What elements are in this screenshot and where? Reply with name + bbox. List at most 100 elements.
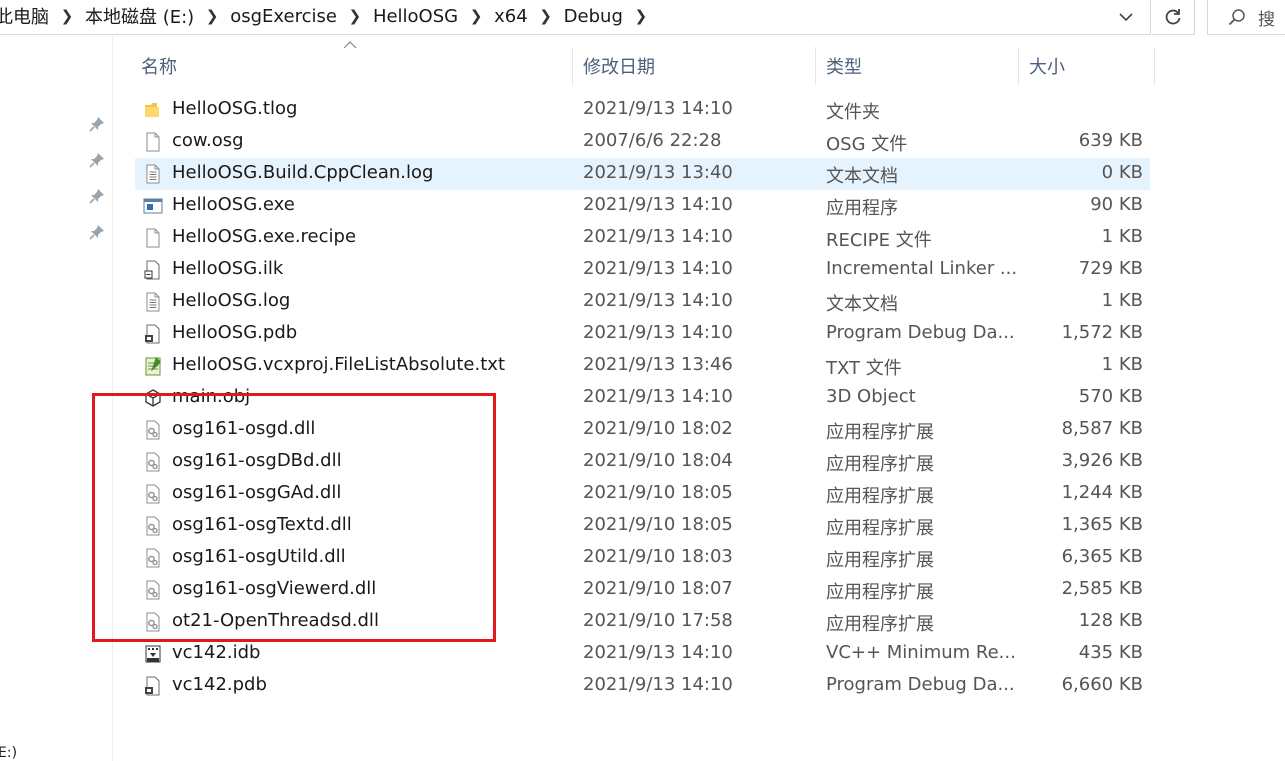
file-date-modified: 2021/9/13 14:10 [583, 98, 733, 119]
refresh-icon [1165, 9, 1181, 25]
pin-icon[interactable] [88, 115, 106, 133]
breadcrumb-separator-icon[interactable]: ❯ [462, 7, 490, 25]
column-divider[interactable] [1154, 47, 1155, 85]
file-row[interactable]: HelloOSG.tlog 2021/9/13 14:10 文件夹 [135, 94, 1150, 126]
file-row[interactable]: vc142.idb 2021/9/13 14:10 VC++ Minimum Re.… [135, 638, 1150, 670]
file-name[interactable]: HelloOSG.tlog [172, 98, 297, 119]
file-name[interactable]: osg161-osgGAd.dll [172, 482, 341, 503]
file-size: 1,572 KB [1061, 322, 1143, 343]
file-name[interactable]: ot21-OpenThreadsd.dll [172, 610, 379, 631]
file-size: 1 KB [1101, 226, 1143, 247]
navigation-pane[interactable] [0, 35, 113, 761]
dll-icon [143, 420, 163, 440]
file-size: 3,926 KB [1061, 450, 1143, 471]
column-header-date[interactable]: 修改日期 [583, 47, 813, 85]
file-row[interactable]: osg161-osgGAd.dll 2021/9/10 18:05 应用程序扩展 1,… [135, 478, 1150, 510]
file-row[interactable]: osg161-osgUtild.dll 2021/9/10 18:03 应用程序扩展… [135, 542, 1150, 574]
column-divider[interactable] [815, 47, 816, 85]
address-bar[interactable]: 此电脑 ❯ 本地磁盘 (E:) ❯ osgExercise ❯ HelloOSG… [0, 0, 1151, 35]
file-size: 8,587 KB [1061, 418, 1143, 439]
file-date-modified: 2021/9/13 14:10 [583, 194, 733, 215]
file-date-modified: 2021/9/13 14:10 [583, 386, 733, 407]
file-name[interactable]: vc142.pdb [172, 674, 267, 695]
file-row[interactable]: HelloOSG.exe.recipe 2021/9/13 14:10 RECIPE… [135, 222, 1150, 254]
file-type: TXT 文件 [826, 358, 902, 379]
file-size: 729 KB [1078, 258, 1143, 279]
column-divider[interactable] [572, 47, 573, 85]
file-name[interactable]: HelloOSG.pdb [172, 322, 297, 343]
exe-icon [143, 196, 163, 216]
file-name[interactable]: osg161-osgViewerd.dll [172, 578, 376, 599]
breadcrumb-separator-icon[interactable]: ❯ [532, 7, 560, 25]
file-size: 1,365 KB [1061, 514, 1143, 535]
file-row[interactable]: osg161-osgDBd.dll 2021/9/10 18:04 应用程序扩展 3,… [135, 446, 1150, 478]
file-type: 应用程序扩展 [826, 486, 934, 507]
pin-icon[interactable] [88, 151, 106, 169]
column-header-type[interactable]: 类型 [826, 47, 1016, 85]
file-row[interactable]: osg161-osgViewerd.dll 2021/9/10 18:07 应用程序… [135, 574, 1150, 606]
dll-icon [143, 452, 163, 472]
file-name[interactable]: HelloOSG.vcxproj.FileListAbsolute.txt [172, 354, 505, 375]
column-divider[interactable] [1018, 47, 1019, 85]
pin-icon[interactable] [88, 187, 106, 205]
file-size: 6,660 KB [1061, 674, 1143, 695]
file-type: 文本文档 [826, 294, 898, 315]
breadcrumb-this-pc[interactable]: 此电脑 [0, 3, 53, 29]
breadcrumb-debug[interactable]: Debug [560, 6, 627, 27]
column-header-name[interactable]: 名称 [141, 47, 571, 85]
file-row[interactable]: cow.osg 2007/6/6 22:28 OSG 文件 639 KB [135, 126, 1150, 158]
file-row[interactable]: osg161-osgTextd.dll 2021/9/10 18:05 应用程序扩展… [135, 510, 1150, 542]
text-file-icon [143, 292, 163, 312]
file-date-modified: 2021/9/10 18:04 [583, 450, 733, 471]
file-row[interactable]: HelloOSG.pdb 2021/9/13 14:10 Program Debug… [135, 318, 1150, 350]
file-name[interactable]: HelloOSG.exe.recipe [172, 226, 356, 247]
file-date-modified: 2021/9/10 18:05 [583, 482, 733, 503]
pin-icon[interactable] [88, 223, 106, 241]
file-row[interactable]: HelloOSG.Build.CppClean.log 2021/9/13 13:… [135, 158, 1150, 190]
file-date-modified: 2021/9/10 18:02 [583, 418, 733, 439]
breadcrumb-drive-e[interactable]: 本地磁盘 (E:) [81, 3, 198, 29]
file-date-modified: 2021/9/13 14:10 [583, 258, 733, 279]
refresh-button[interactable] [1152, 0, 1195, 35]
breadcrumb-separator-icon[interactable]: ❯ [198, 7, 226, 25]
address-history-dropdown[interactable] [1112, 4, 1140, 30]
file-size: 570 KB [1078, 386, 1143, 407]
file-name[interactable]: HelloOSG.exe [172, 194, 295, 215]
breadcrumb-helloosg[interactable]: HelloOSG [369, 6, 462, 27]
file-type: 应用程序扩展 [826, 422, 934, 443]
breadcrumb-osgexercise[interactable]: osgExercise [226, 6, 341, 27]
dll-icon [143, 612, 163, 632]
file-size: 128 KB [1078, 610, 1143, 631]
file-date-modified: 2021/9/13 13:46 [583, 354, 733, 375]
file-size: 435 KB [1078, 642, 1143, 663]
file-name[interactable]: osg161-osgTextd.dll [172, 514, 352, 535]
file-name[interactable]: HelloOSG.Build.CppClean.log [172, 162, 433, 183]
file-row[interactable]: main.obj 2021/9/13 14:10 3D Object 570 KB [135, 382, 1150, 414]
pdb-icon [143, 676, 163, 696]
file-name[interactable]: main.obj [172, 386, 250, 407]
file-row[interactable]: HelloOSG.exe 2021/9/13 14:10 应用程序 90 KB [135, 190, 1150, 222]
file-row[interactable]: HelloOSG.vcxproj.FileListAbsolute.txt 202… [135, 350, 1150, 382]
file-name[interactable]: HelloOSG.log [172, 290, 290, 311]
file-row[interactable]: osg161-osgd.dll 2021/9/10 18:02 应用程序扩展 8,58… [135, 414, 1150, 446]
file-name[interactable]: vc142.idb [172, 642, 260, 663]
file-row[interactable]: HelloOSG.log 2021/9/13 14:10 文本文档 1 KB [135, 286, 1150, 318]
breadcrumb-separator-icon[interactable]: ❯ [53, 7, 81, 25]
nav-item-drive-label[interactable]: E:) [0, 745, 17, 761]
file-name[interactable]: osg161-osgUtild.dll [172, 546, 346, 567]
breadcrumb-separator-icon[interactable]: ❯ [627, 7, 655, 25]
file-row[interactable]: HelloOSG.ilk 2021/9/13 14:10 Incremental L… [135, 254, 1150, 286]
file-type: Incremental Linker ... [826, 258, 1018, 279]
column-header-size[interactable]: 大小 [1029, 47, 1149, 85]
file-name[interactable]: osg161-osgDBd.dll [172, 450, 342, 471]
file-name[interactable]: osg161-osgd.dll [172, 418, 315, 439]
file-row[interactable]: ot21-OpenThreadsd.dll 2021/9/10 17:58 应用程序… [135, 606, 1150, 638]
file-name[interactable]: cow.osg [172, 130, 244, 151]
file-row[interactable]: vc142.pdb 2021/9/13 14:10 Program Debug Da… [135, 670, 1150, 702]
file-type: 文件夹 [826, 102, 880, 123]
search-box[interactable]: 搜 [1207, 0, 1285, 35]
file-date-modified: 2021/9/13 14:10 [583, 226, 733, 247]
file-name[interactable]: HelloOSG.ilk [172, 258, 283, 279]
breadcrumb-x64[interactable]: x64 [490, 6, 532, 27]
breadcrumb-separator-icon[interactable]: ❯ [341, 7, 369, 25]
